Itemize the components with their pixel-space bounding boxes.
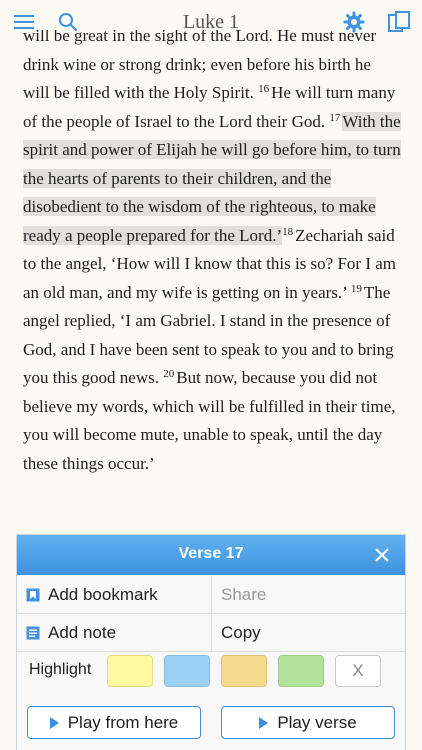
share-button[interactable]: Share <box>212 576 405 613</box>
verse-15-text-cont: drink wine or strong drink; even before … <box>23 54 371 74</box>
play-from-here-label: Play from here <box>67 712 179 732</box>
note-icon <box>26 626 40 639</box>
play-from-here-button[interactable]: Play from here <box>27 706 201 739</box>
popup-header: Verse 17 <box>17 535 405 575</box>
bookmark-icon <box>26 588 40 601</box>
add-bookmark-label: Add bookmark <box>48 584 158 604</box>
share-label: Share <box>221 584 267 604</box>
verse-popup: Verse 17 Add bookmark Share Add note Cop… <box>16 534 406 750</box>
copy-label: Copy <box>221 622 261 642</box>
clear-highlight-button[interactable]: X <box>335 655 381 687</box>
add-bookmark-button[interactable]: Add bookmark <box>17 576 212 613</box>
highlight-blue-swatch[interactable] <box>164 655 210 687</box>
verse-number-19: 19 <box>350 282 362 295</box>
play-verse-button[interactable]: Play verse <box>221 706 395 739</box>
chapter-text[interactable]: will be great in the sight of the Lord. … <box>23 30 401 528</box>
verse-number-16: 16 <box>258 83 270 95</box>
highlight-row: Highlight X <box>17 652 405 689</box>
close-icon[interactable] <box>373 546 391 564</box>
popup-row-1: Add bookmark Share <box>17 576 405 614</box>
highlight-yellow-swatch[interactable] <box>107 655 153 687</box>
popup-title: Verse 17 <box>178 545 244 562</box>
highlight-orange-swatch[interactable] <box>221 655 267 687</box>
highlight-label: Highlight <box>29 661 92 678</box>
verse-15-text: will be great in the sight of the Lord. … <box>23 30 377 45</box>
add-note-label: Add note <box>48 622 117 642</box>
verse-number-20: 20 <box>163 368 175 380</box>
highlight-green-swatch[interactable] <box>278 655 324 687</box>
play-icon <box>49 716 59 729</box>
verse-number-18: 18 <box>282 225 294 238</box>
verse-number-17: 17 <box>329 111 341 124</box>
popup-row-2: Add note Copy <box>17 614 405 652</box>
play-verse-label: Play verse <box>277 712 357 732</box>
play-icon <box>259 716 269 729</box>
copy-button[interactable]: Copy <box>212 614 405 651</box>
verse-15-text-end: will be filled with the Holy Spirit. <box>23 83 259 102</box>
clear-highlight-label: X <box>352 661 364 680</box>
add-note-button[interactable]: Add note <box>17 614 212 651</box>
